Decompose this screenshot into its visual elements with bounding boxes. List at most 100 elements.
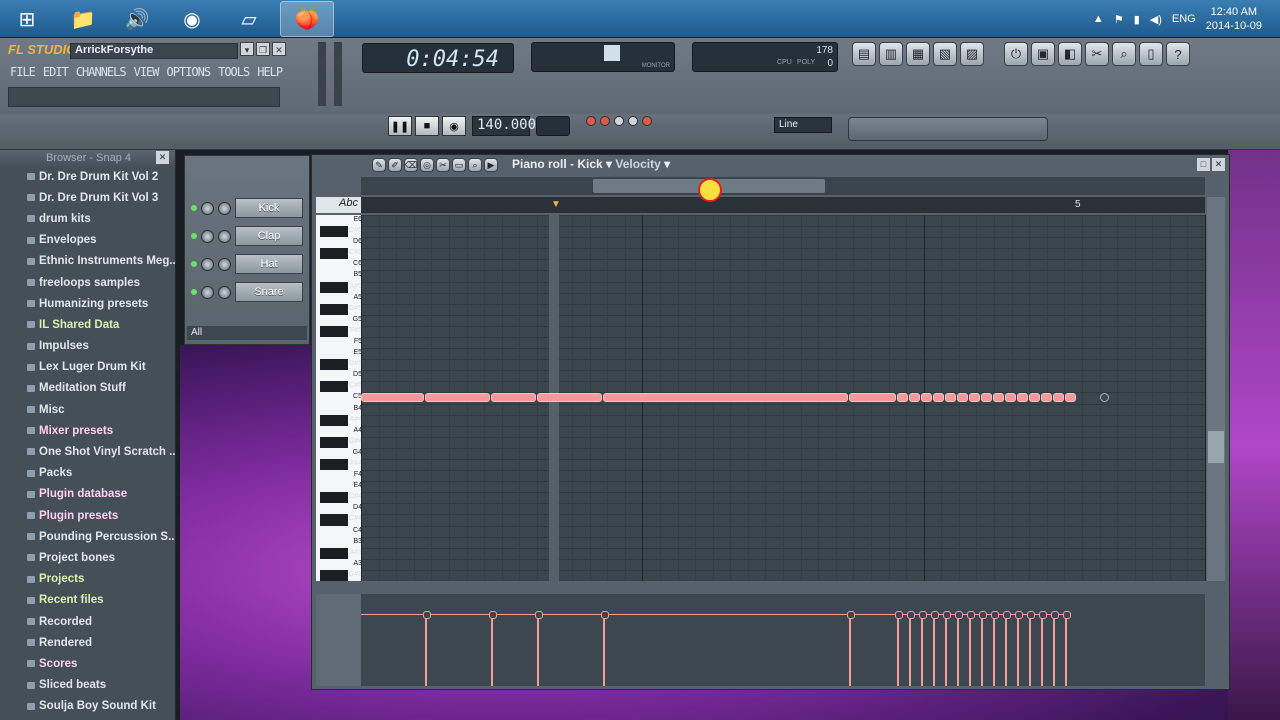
note[interactable] bbox=[361, 393, 424, 403]
project-title-field[interactable]: ArrickForsythe bbox=[70, 43, 238, 59]
pan-knob-icon[interactable] bbox=[201, 201, 214, 215]
tray-lang[interactable]: ENG bbox=[1172, 13, 1196, 25]
maximize-icon[interactable]: □ bbox=[1197, 158, 1210, 171]
notes-icon[interactable]: ▯ bbox=[1139, 42, 1163, 66]
channel-led-icon[interactable] bbox=[191, 261, 197, 267]
browser-item[interactable]: drum kits bbox=[0, 208, 175, 229]
volume-knob-icon[interactable] bbox=[218, 201, 231, 215]
pattern-display[interactable] bbox=[536, 116, 570, 136]
note[interactable] bbox=[969, 393, 980, 403]
browser-close-icon[interactable]: ✕ bbox=[156, 151, 169, 164]
note[interactable] bbox=[921, 393, 932, 403]
velocity-bar[interactable] bbox=[847, 611, 855, 686]
velocity-bar[interactable] bbox=[1039, 611, 1047, 686]
note[interactable] bbox=[909, 393, 920, 403]
browser-item[interactable]: IL Shared Data bbox=[0, 314, 175, 335]
browser-item[interactable]: Ethnic Instruments Meg... bbox=[0, 251, 175, 272]
playlist-icon[interactable]: ▤ bbox=[852, 42, 876, 66]
velocity-bar[interactable] bbox=[535, 611, 543, 686]
velocity-bar[interactable] bbox=[489, 611, 497, 686]
pan-knob-icon[interactable] bbox=[201, 229, 214, 243]
metronome-led-icon[interactable] bbox=[586, 116, 596, 126]
velocity-bar[interactable] bbox=[979, 611, 987, 686]
velocity-bar[interactable] bbox=[1027, 611, 1035, 686]
piano-keyboard[interactable]: E6 D#6 D6 C#6 C6 B5 A#5 A5 G#5 G5 F#5 F5 E5 D#5 D5 C#5 C… bbox=[316, 215, 362, 581]
volume-knob-icon[interactable] bbox=[218, 229, 231, 243]
note[interactable] bbox=[603, 393, 848, 403]
windows-start-icon[interactable]: ⊞ bbox=[0, 1, 54, 37]
volume-icon[interactable]: ◀) bbox=[1150, 13, 1162, 26]
browser-item[interactable]: One Shot Vinyl Scratch ... bbox=[0, 441, 175, 462]
slice-icon[interactable]: ✂ bbox=[436, 158, 450, 172]
browser-item[interactable]: Envelopes bbox=[0, 230, 175, 251]
render-icon[interactable]: ◧ bbox=[1058, 42, 1082, 66]
browser-item[interactable]: Dr. Dre Drum Kit Vol 2 bbox=[0, 166, 175, 187]
channel-led-icon[interactable] bbox=[191, 289, 197, 295]
browser-item[interactable]: Misc bbox=[0, 399, 175, 420]
velocity-bar[interactable] bbox=[943, 611, 951, 686]
browser-item[interactable]: Plugin presets bbox=[0, 505, 175, 526]
note[interactable] bbox=[957, 393, 968, 403]
menu-view[interactable]: VIEW bbox=[134, 65, 160, 79]
note[interactable] bbox=[1029, 393, 1040, 403]
velocity-bar[interactable] bbox=[919, 611, 927, 686]
browser-item[interactable]: Rendered bbox=[0, 632, 175, 653]
blend-led-icon[interactable] bbox=[628, 116, 638, 126]
abc-toggle[interactable]: Abc bbox=[316, 197, 361, 213]
velocity-bar[interactable] bbox=[955, 611, 963, 686]
channel-button-snare[interactable]: Snare bbox=[235, 282, 303, 302]
browser-item[interactable]: Impulses bbox=[0, 336, 175, 357]
time-display[interactable]: 0:04:54 bbox=[362, 43, 514, 73]
note[interactable] bbox=[1017, 393, 1028, 403]
pan-knob-icon[interactable] bbox=[201, 257, 214, 271]
menu-file[interactable]: FILE bbox=[10, 65, 36, 79]
piano-roll-close-icon[interactable]: ✕ bbox=[1212, 158, 1225, 171]
help-icon[interactable]: ? bbox=[1166, 42, 1190, 66]
browser-icon[interactable]: ▨ bbox=[960, 42, 984, 66]
master-pitch-slider[interactable] bbox=[334, 42, 342, 106]
browser-item[interactable]: Recent files bbox=[0, 590, 175, 611]
master-volume-slider[interactable] bbox=[318, 42, 326, 106]
record-icon[interactable]: ◉ bbox=[442, 116, 466, 136]
dropdown-icon[interactable]: ▾ bbox=[240, 42, 254, 56]
browser-item[interactable]: Meditation Stuff bbox=[0, 378, 175, 399]
snap-select[interactable]: Line bbox=[774, 117, 832, 133]
restore-icon[interactable]: ❐ bbox=[256, 42, 270, 56]
magnifier-icon[interactable]: ⌕ bbox=[1112, 42, 1136, 66]
note[interactable] bbox=[981, 393, 992, 403]
browser-item[interactable]: Project bones bbox=[0, 547, 175, 568]
velocity-bar[interactable] bbox=[991, 611, 999, 686]
playhead-marker-icon[interactable]: ▼ bbox=[551, 199, 561, 210]
v-scroll-thumb[interactable] bbox=[1208, 431, 1224, 463]
browser-item[interactable]: Pounding Percussion S... bbox=[0, 526, 175, 547]
network-icon[interactable]: ▮ bbox=[1134, 13, 1140, 26]
velocity-bar[interactable] bbox=[931, 611, 939, 686]
note[interactable] bbox=[491, 393, 536, 403]
volume-knob-icon[interactable] bbox=[218, 257, 231, 271]
save-icon[interactable]: ▣ bbox=[1031, 42, 1055, 66]
app-window-icon[interactable]: ▱ bbox=[222, 1, 276, 37]
channel-led-icon[interactable] bbox=[191, 205, 197, 211]
piano-roll-title[interactable]: Piano roll - Kick ▾ Velocity ▾ bbox=[512, 157, 670, 171]
note[interactable] bbox=[1041, 393, 1052, 403]
velocity-bar[interactable] bbox=[1015, 611, 1023, 686]
velocity-bar[interactable] bbox=[1051, 611, 1059, 686]
browser-item[interactable]: freeloops samples bbox=[0, 272, 175, 293]
tray-arrow-icon[interactable]: ▲ bbox=[1093, 13, 1104, 25]
tempo-display[interactable]: 140.000 bbox=[472, 116, 536, 136]
browser-item[interactable]: Humanizing presets bbox=[0, 293, 175, 314]
note[interactable] bbox=[849, 393, 896, 403]
mixer-icon[interactable]: ▧ bbox=[933, 42, 957, 66]
piano-roll-icon[interactable]: ▥ bbox=[879, 42, 903, 66]
flag-icon[interactable]: ⚑ bbox=[1114, 13, 1124, 26]
note[interactable] bbox=[933, 393, 944, 403]
velocity-bar[interactable] bbox=[967, 611, 975, 686]
tools-icon[interactable]: ✂ bbox=[1085, 42, 1109, 66]
browser-item[interactable]: Sliced beats bbox=[0, 675, 175, 696]
browser-item[interactable]: Scores bbox=[0, 653, 175, 674]
browser-item[interactable]: Dr. Dre Drum Kit Vol 3 bbox=[0, 187, 175, 208]
loop-led-icon[interactable] bbox=[642, 116, 652, 126]
note[interactable] bbox=[993, 393, 1004, 403]
channel-led-icon[interactable] bbox=[191, 233, 197, 239]
channel-button-kick[interactable]: Kick bbox=[235, 198, 303, 218]
